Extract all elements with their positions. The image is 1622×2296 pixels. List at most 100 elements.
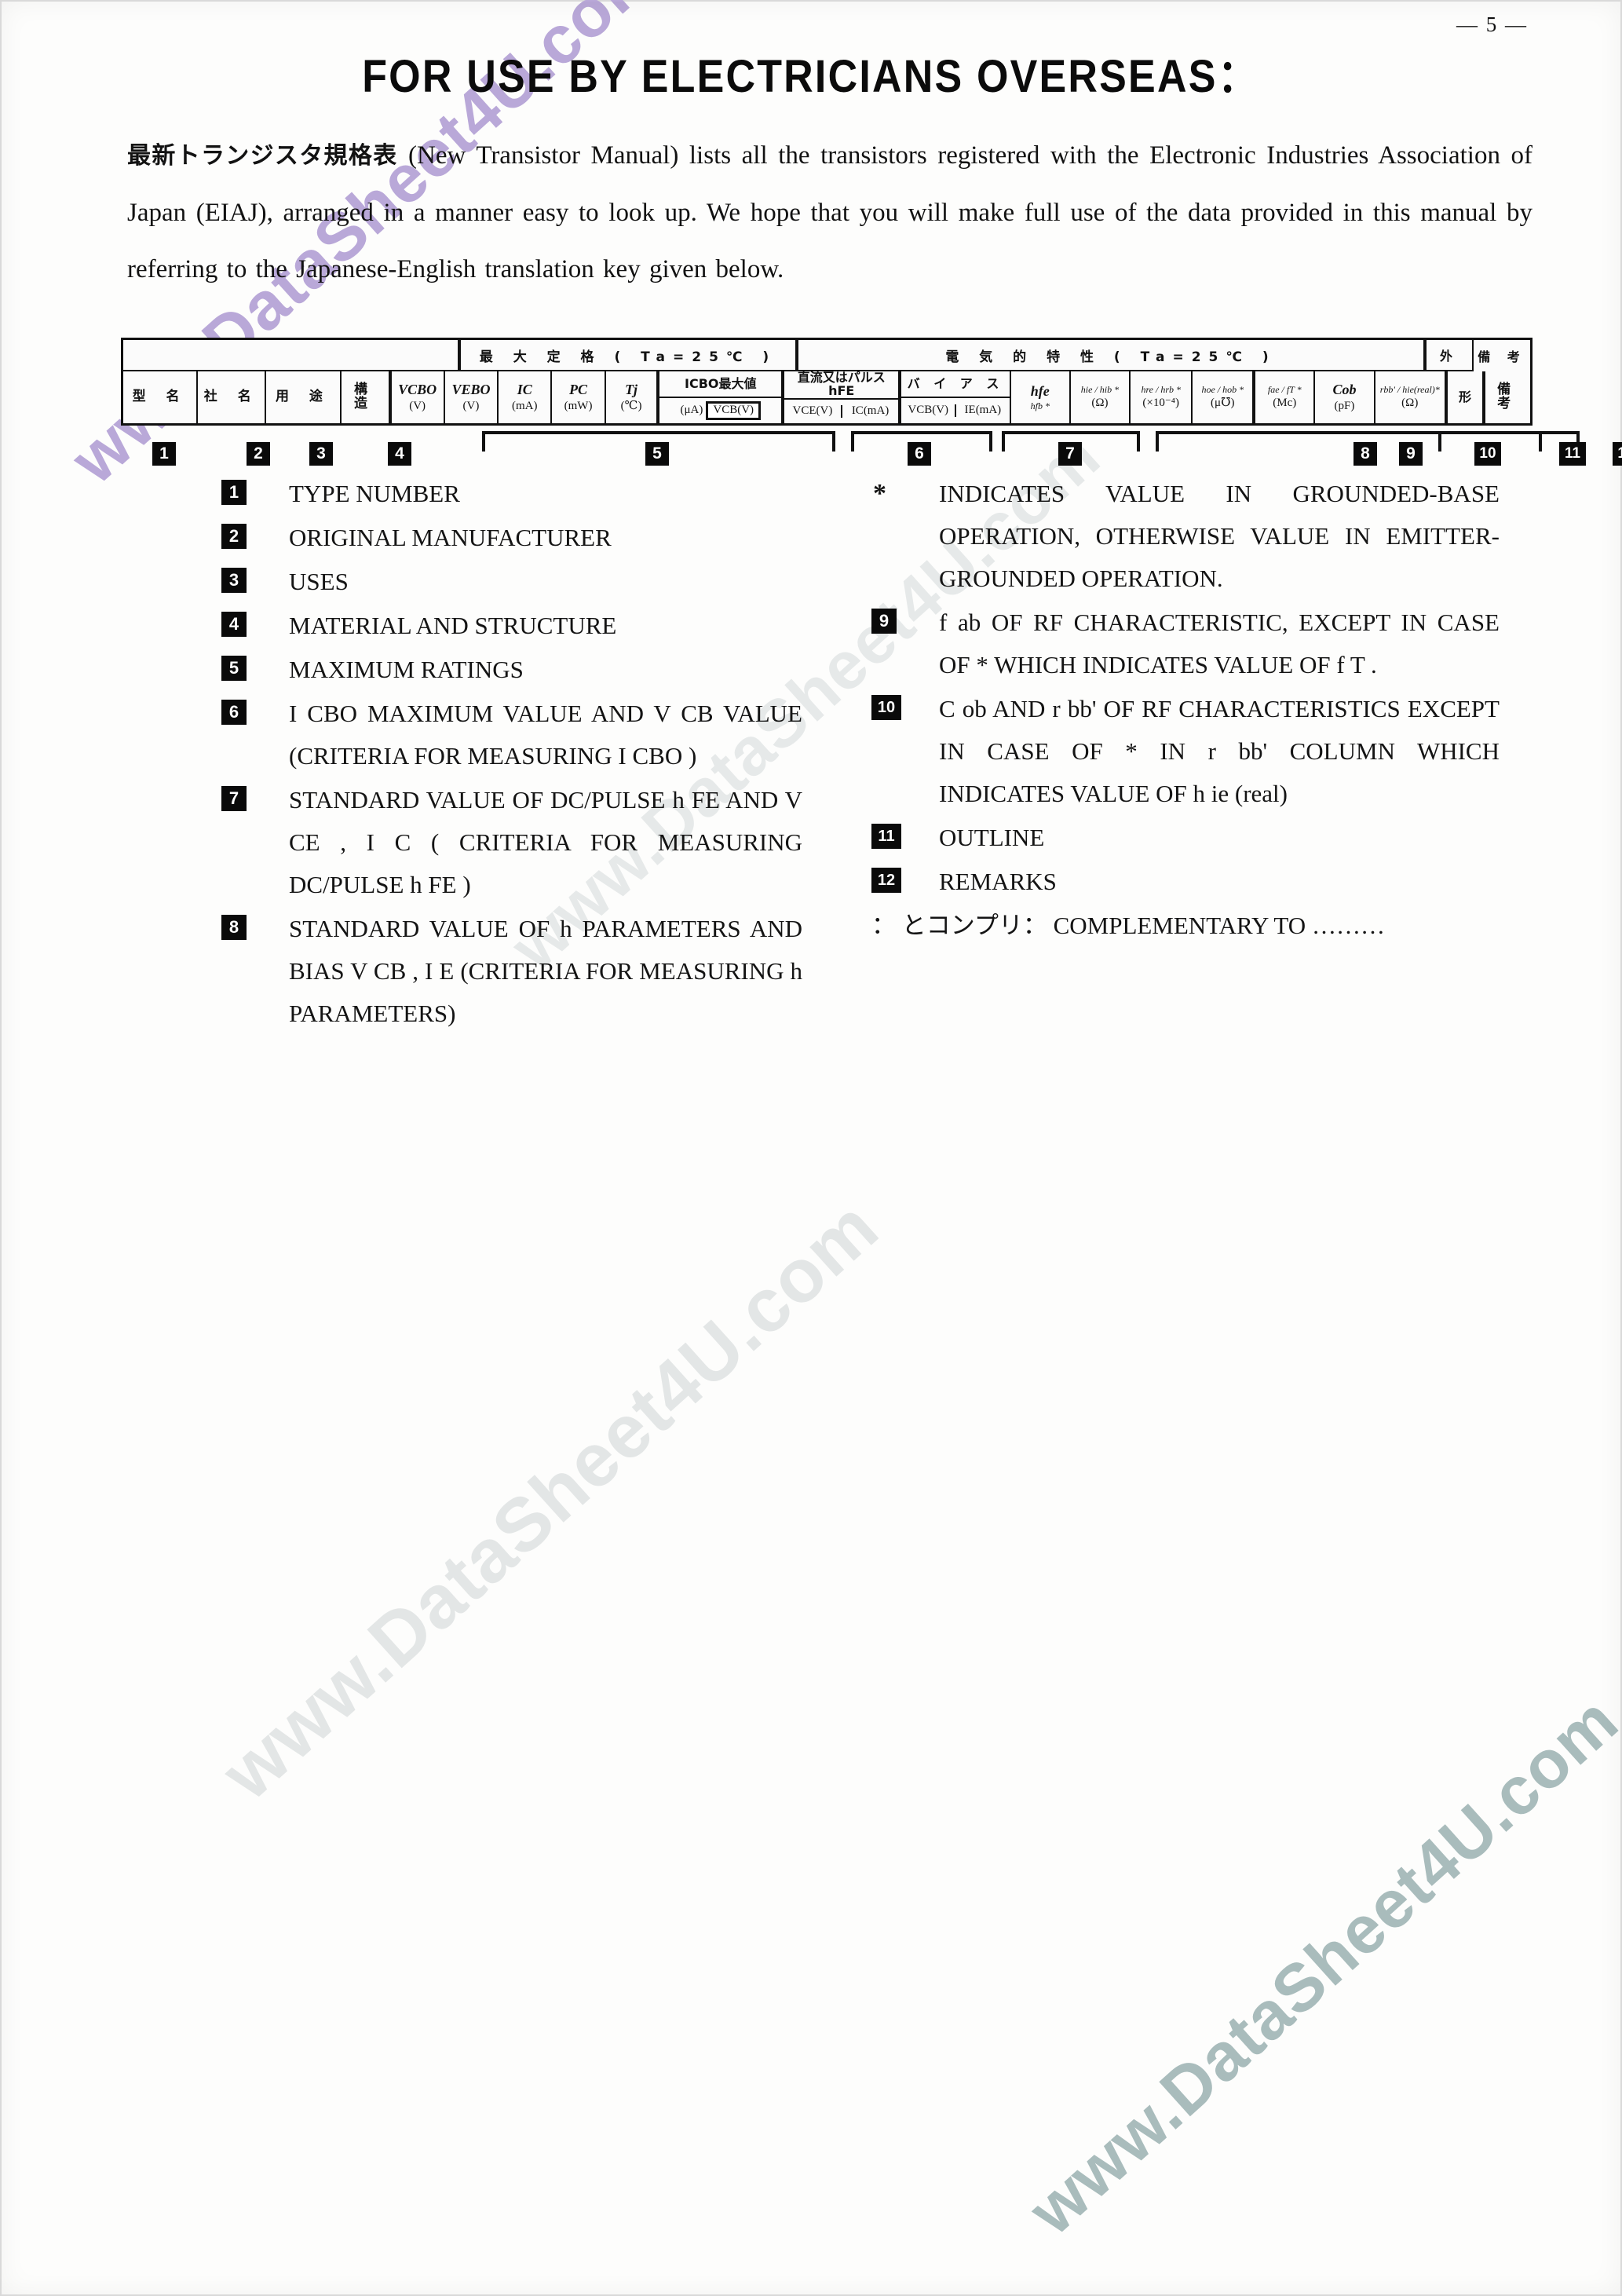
- legend-marker-11: 11: [871, 824, 901, 849]
- col-vcbo-unit: (V): [409, 399, 426, 412]
- col-structure: 構 造: [342, 371, 392, 423]
- col-hfe-vce: VCE(V): [784, 404, 842, 418]
- legend-item-9: 9 f ab OF RF CHARACTERISTIC, EXCEPT IN C…: [871, 601, 1500, 686]
- legend-text-10: C ob AND r bb' OF RF CHARACTERISTICS EXC…: [939, 695, 1500, 807]
- legend-item-asterisk: * INDICATES VALUE IN GROUNDED-BASE OPERA…: [871, 473, 1500, 600]
- legend-text-6: I CBO MAXIMUM VALUE AND V CB VALUE (CRIT…: [289, 700, 802, 770]
- col-pc-symbol: PC: [569, 382, 588, 398]
- legend-text-8: STANDARD VALUE OF h PARAMETERS AND BIAS …: [289, 915, 802, 1027]
- col-pc: PC (mW): [552, 371, 606, 423]
- translation-key-table: 最 大 定 格 ( Ta=25℃ ) 電 気 的 特 性 ( Ta=25℃ ) …: [121, 338, 1532, 426]
- col-hoe-symbol: hoe / hob *: [1201, 384, 1244, 396]
- asterisk-marker: *: [873, 479, 886, 508]
- group-header-max-ratings: 最 大 定 格 ( Ta=25℃ ): [461, 340, 798, 371]
- legend-marker-7: 7: [221, 786, 247, 811]
- col-hie-symbol: hie / hib *: [1080, 384, 1120, 396]
- legend-text-12: REMARKS: [939, 868, 1057, 895]
- col-rbb-symbol: rbb' / hie(real)*: [1379, 384, 1440, 396]
- legend-text-4: MATERIAL AND STRUCTURE: [289, 612, 617, 639]
- table-column-header-row: 型 名 社 名 用 途 構 造 VCBO (V) VEBO (V) IC (mA) P…: [123, 371, 1530, 423]
- col-pc-unit: (mW): [564, 399, 593, 412]
- col-ic-symbol: IC: [517, 382, 532, 398]
- legend-text-7: STANDARD VALUE OF DC/PULSE h FE AND V CE…: [289, 786, 802, 898]
- col-vcbo-symbol: VCBO: [398, 382, 437, 398]
- col-vebo-unit: (V): [462, 399, 480, 412]
- col-outline: 形: [1448, 371, 1486, 423]
- col-tj: Tj (℃): [606, 371, 660, 423]
- legend-column-left: 1 TYPE NUMBER 2 ORIGINAL MANUFACTURER 3 …: [221, 473, 802, 1036]
- marker-12: 12: [1613, 442, 1622, 466]
- watermark-teal-bottom: www.DataSheet4U.com: [1014, 1682, 1622, 2250]
- col-vebo-symbol: VEBO: [451, 382, 491, 398]
- legend-marker-1: 1: [221, 480, 247, 505]
- page-title: FOR USE BY ELECTRICIANS OVERSEAS：: [362, 51, 1260, 103]
- col-bias-vcb: VCB(V): [901, 404, 957, 417]
- col-hie-hib: hie / hib * (Ω): [1071, 371, 1131, 423]
- legend-marker-10: 10: [871, 695, 901, 720]
- legend-marker-8: 8: [221, 915, 247, 940]
- col-cob: Cob (pF): [1315, 371, 1375, 423]
- col-rbb-unit: (Ω): [1401, 397, 1419, 410]
- col-tj-unit: (℃): [620, 399, 642, 412]
- col-hfe-ic: IC(mA): [851, 404, 890, 417]
- legend-item-3: 3 USES: [221, 561, 802, 603]
- col-fae-ft: fae / fT * (Mc): [1255, 371, 1316, 423]
- legend-item-2: 2 ORIGINAL MANUFACTURER: [221, 517, 802, 559]
- page-number: — 5 —: [1456, 13, 1528, 36]
- col-uses: 用 途: [266, 371, 342, 423]
- marker-11: 11: [1559, 442, 1586, 466]
- col-hre-unit: (×10⁻⁴): [1142, 397, 1180, 410]
- table-group-header-row: 最 大 定 格 ( Ta=25℃ ) 電 気 的 特 性 ( Ta=25℃ ) …: [123, 340, 1530, 371]
- col-ic: IC (mA): [499, 371, 553, 423]
- legend-text-3: USES: [289, 568, 349, 595]
- marker-strip-right: 9 10 11 12: [121, 430, 1622, 467]
- marker-9: 9: [1399, 442, 1423, 466]
- col-dc-pulse-hfe: 直流又はパルスhFE VCE(V) IC(mA): [784, 371, 902, 423]
- watermark-grey-center: www.DataSheet4U.com: [206, 1184, 894, 1816]
- col-dc-pulse-hfe-label: 直流又はパルスhFE: [797, 371, 886, 398]
- col-rbb-hie-real: rbb' / hie(real)* (Ω): [1375, 371, 1448, 423]
- legend-item-1: 1 TYPE NUMBER: [221, 473, 802, 515]
- group-header-identity: [123, 340, 461, 371]
- group-header-outline: 外: [1427, 340, 1474, 371]
- intro-paragraph: 最新トランジスタ規格表 (New Transistor Manual) list…: [127, 127, 1532, 298]
- col-icbo-label: ICBO最大値: [685, 375, 757, 391]
- col-vebo: VEBO (V): [445, 371, 499, 423]
- col-hie-unit: (Ω): [1091, 397, 1109, 410]
- legend-item-12: 12 REMARKS: [871, 861, 1500, 903]
- legend-text-5: MAXIMUM RATINGS: [289, 656, 524, 683]
- col-remarks: 備 考: [1497, 382, 1519, 411]
- col-hoe-unit: (μ℧): [1211, 397, 1235, 410]
- col-hre-hrb: hre / hrb * (×10⁻⁴): [1131, 371, 1193, 423]
- group-header-electrical: 電 気 的 特 性 ( Ta=25℃ ): [798, 340, 1427, 371]
- col-fae-unit: (Mc): [1273, 397, 1297, 410]
- legend-marker-5: 5: [221, 656, 247, 681]
- legend-item-7: 7 STANDARD VALUE OF DC/PULSE h FE AND V …: [221, 779, 802, 906]
- legend-marker-4: 4: [221, 612, 247, 637]
- legend-text-11: OUTLINE: [939, 824, 1045, 851]
- col-vcbo: VCBO (V): [392, 371, 445, 423]
- page-sheet: www.DataSheet4U.com www.DataSheet4U.com …: [0, 0, 1622, 2296]
- legend-item-10: 10 C ob AND r bb' OF RF CHARACTERISTICS …: [871, 688, 1500, 815]
- col-tj-symbol: Tj: [625, 382, 638, 398]
- marker-10: 10: [1474, 442, 1501, 466]
- col-ic-unit: (mA): [512, 399, 538, 412]
- col-hfe-hfb: hfe hfb *: [1011, 371, 1071, 423]
- legend-complementary-note: ： とコンプリ： COMPLEMENTARY TO ………: [871, 912, 1385, 939]
- col-icbo-max: ICBO最大値 (μA) VCB(V): [659, 371, 785, 423]
- col-bias-label: バ イ ア ス: [907, 375, 1004, 391]
- col-company: 社 名: [198, 371, 267, 423]
- legend-column-right: * INDICATES VALUE IN GROUNDED-BASE OPERA…: [871, 473, 1500, 949]
- legend-text-2: ORIGINAL MANUFACTURER: [289, 524, 612, 551]
- legend-item-11: 11 OUTLINE: [871, 817, 1500, 859]
- legend-marker-2: 2: [221, 524, 247, 549]
- col-type-name: 型 名: [123, 371, 199, 423]
- legend-marker-9: 9: [871, 609, 897, 634]
- legend-text-9: f ab OF RF CHARACTERISTIC, EXCEPT IN CAS…: [939, 609, 1500, 678]
- col-hoe-hob: hoe / hob * (μ℧): [1193, 371, 1256, 423]
- col-icbo-vcb-criteria: VCB(V): [706, 401, 762, 420]
- legend-marker-3: 3: [221, 568, 247, 593]
- col-bias-ie: IE(mA): [964, 404, 1002, 417]
- col-bias: バ イ ア ス VCB(V) IE(mA): [901, 371, 1011, 423]
- col-fae-symbol: fae / fT *: [1267, 384, 1302, 396]
